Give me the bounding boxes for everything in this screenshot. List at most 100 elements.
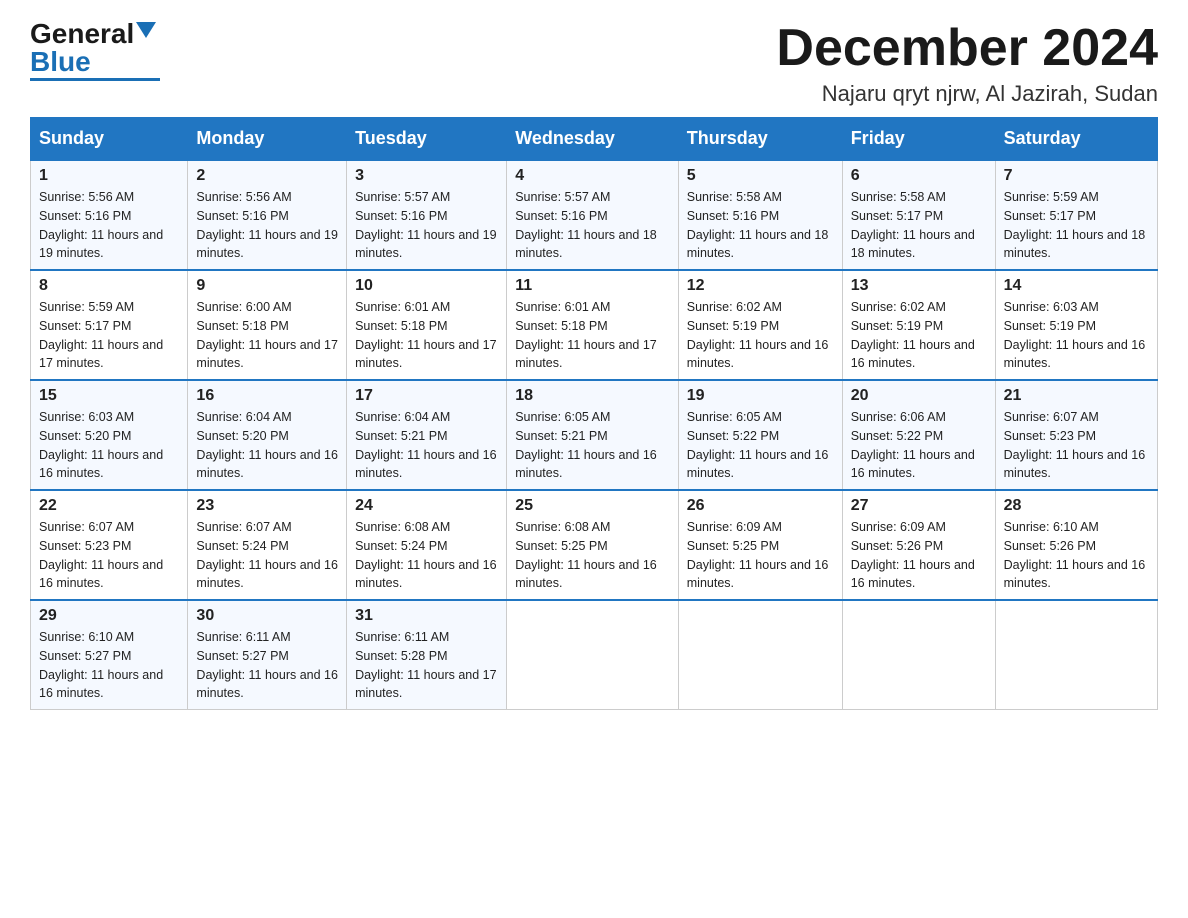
logo-general-text: General <box>30 20 134 48</box>
calendar-day-cell: 17Sunrise: 6:04 AMSunset: 5:21 PMDayligh… <box>347 380 507 490</box>
calendar-day-cell: 13 Sunrise: 6:02 AMSunset: 5:19 PMDayligh… <box>842 270 995 380</box>
day-number: 23 <box>196 497 338 515</box>
day-number: 4 <box>515 167 670 185</box>
day-number: 14 <box>1004 277 1149 295</box>
day-info: Sunrise: 6:03 AMSunset: 5:19 PMDaylight:… <box>1004 298 1149 373</box>
day-number: 18 <box>515 387 670 405</box>
day-number: 3 <box>355 167 498 185</box>
calendar-day-cell: 14 Sunrise: 6:03 AMSunset: 5:19 PMDayligh… <box>995 270 1157 380</box>
day-info: Sunrise: 5:59 AMSunset: 5:17 PMDaylight:… <box>39 298 179 373</box>
calendar-day-header: Monday <box>188 118 347 161</box>
day-info: Sunrise: 6:09 AMSunset: 5:26 PMDaylight:… <box>851 518 987 593</box>
calendar-day-header: Sunday <box>31 118 188 161</box>
day-info: Sunrise: 6:02 AMSunset: 5:19 PMDaylight:… <box>687 298 834 373</box>
day-number: 20 <box>851 387 987 405</box>
day-number: 16 <box>196 387 338 405</box>
day-number: 25 <box>515 497 670 515</box>
calendar-day-cell: 23 Sunrise: 6:07 AMSunset: 5:24 PMDayligh… <box>188 490 347 600</box>
calendar-day-cell: 9 Sunrise: 6:00 AMSunset: 5:18 PMDaylight… <box>188 270 347 380</box>
day-info: Sunrise: 6:11 AMSunset: 5:27 PMDaylight:… <box>196 628 338 703</box>
day-number: 5 <box>687 167 834 185</box>
calendar-day-cell: 3 Sunrise: 5:57 AMSunset: 5:16 PMDaylight… <box>347 160 507 270</box>
day-info: Sunrise: 6:05 AMSunset: 5:21 PMDaylight:… <box>515 408 670 483</box>
page-header: General Blue December 2024 Najaru qryt n… <box>30 20 1158 107</box>
day-info: Sunrise: 6:10 AMSunset: 5:26 PMDaylight:… <box>1004 518 1149 593</box>
day-number: 9 <box>196 277 338 295</box>
day-info: Sunrise: 6:04 AMSunset: 5:20 PMDaylight:… <box>196 408 338 483</box>
calendar-day-cell <box>842 600 995 710</box>
day-number: 19 <box>687 387 834 405</box>
calendar-day-cell: 26Sunrise: 6:09 AMSunset: 5:25 PMDayligh… <box>678 490 842 600</box>
calendar-day-cell: 11 Sunrise: 6:01 AMSunset: 5:18 PMDayligh… <box>507 270 679 380</box>
calendar-day-cell: 24 Sunrise: 6:08 AMSunset: 5:24 PMDayligh… <box>347 490 507 600</box>
day-info: Sunrise: 6:01 AMSunset: 5:18 PMDaylight:… <box>355 298 498 373</box>
day-info: Sunrise: 5:56 AMSunset: 5:16 PMDaylight:… <box>196 188 338 263</box>
day-number: 22 <box>39 497 179 515</box>
calendar-day-cell <box>678 600 842 710</box>
day-info: Sunrise: 5:58 AMSunset: 5:17 PMDaylight:… <box>851 188 987 263</box>
calendar-day-cell: 7 Sunrise: 5:59 AMSunset: 5:17 PMDaylight… <box>995 160 1157 270</box>
calendar-day-cell: 27 Sunrise: 6:09 AMSunset: 5:26 PMDayligh… <box>842 490 995 600</box>
calendar-body: 1 Sunrise: 5:56 AMSunset: 5:16 PMDaylight… <box>31 160 1158 710</box>
day-number: 1 <box>39 167 179 185</box>
day-info: Sunrise: 6:07 AMSunset: 5:23 PMDaylight:… <box>39 518 179 593</box>
day-info: Sunrise: 6:02 AMSunset: 5:19 PMDaylight:… <box>851 298 987 373</box>
logo-triangle-icon <box>136 22 156 38</box>
day-info: Sunrise: 5:57 AMSunset: 5:16 PMDaylight:… <box>355 188 498 263</box>
day-number: 21 <box>1004 387 1149 405</box>
day-info: Sunrise: 6:07 AMSunset: 5:23 PMDaylight:… <box>1004 408 1149 483</box>
day-number: 7 <box>1004 167 1149 185</box>
calendar-day-cell: 2Sunrise: 5:56 AMSunset: 5:16 PMDaylight… <box>188 160 347 270</box>
day-info: Sunrise: 6:00 AMSunset: 5:18 PMDaylight:… <box>196 298 338 373</box>
location-subtitle: Najaru qryt njrw, Al Jazirah, Sudan <box>776 81 1158 107</box>
day-number: 30 <box>196 607 338 625</box>
calendar-week-row: 1 Sunrise: 5:56 AMSunset: 5:16 PMDaylight… <box>31 160 1158 270</box>
calendar-week-row: 29 Sunrise: 6:10 AMSunset: 5:27 PMDayligh… <box>31 600 1158 710</box>
day-number: 28 <box>1004 497 1149 515</box>
day-info: Sunrise: 6:01 AMSunset: 5:18 PMDaylight:… <box>515 298 670 373</box>
day-number: 11 <box>515 277 670 295</box>
calendar-day-header: Wednesday <box>507 118 679 161</box>
calendar-header-row: SundayMondayTuesdayWednesdayThursdayFrid… <box>31 118 1158 161</box>
calendar-day-cell: 21 Sunrise: 6:07 AMSunset: 5:23 PMDayligh… <box>995 380 1157 490</box>
day-number: 31 <box>355 607 498 625</box>
day-number: 24 <box>355 497 498 515</box>
calendar-day-cell: 18 Sunrise: 6:05 AMSunset: 5:21 PMDayligh… <box>507 380 679 490</box>
day-info: Sunrise: 6:05 AMSunset: 5:22 PMDaylight:… <box>687 408 834 483</box>
calendar-day-cell: 1Sunrise: 5:56 AMSunset: 5:16 PMDaylight… <box>31 160 188 270</box>
calendar-day-cell: 12 Sunrise: 6:02 AMSunset: 5:19 PMDayligh… <box>678 270 842 380</box>
day-number: 13 <box>851 277 987 295</box>
logo-underline <box>30 78 160 81</box>
calendar-day-cell: 8 Sunrise: 5:59 AMSunset: 5:17 PMDaylight… <box>31 270 188 380</box>
calendar-day-cell <box>507 600 679 710</box>
calendar-day-header: Thursday <box>678 118 842 161</box>
day-number: 8 <box>39 277 179 295</box>
calendar-day-cell: 6Sunrise: 5:58 AMSunset: 5:17 PMDaylight… <box>842 160 995 270</box>
logo: General Blue <box>30 20 160 81</box>
day-info: Sunrise: 6:06 AMSunset: 5:22 PMDaylight:… <box>851 408 987 483</box>
day-info: Sunrise: 6:03 AMSunset: 5:20 PMDaylight:… <box>39 408 179 483</box>
calendar-day-cell <box>995 600 1157 710</box>
calendar-week-row: 8 Sunrise: 5:59 AMSunset: 5:17 PMDaylight… <box>31 270 1158 380</box>
month-title: December 2024 <box>776 20 1158 77</box>
calendar-table: SundayMondayTuesdayWednesdayThursdayFrid… <box>30 117 1158 710</box>
day-info: Sunrise: 6:11 AMSunset: 5:28 PMDaylight:… <box>355 628 498 703</box>
day-number: 27 <box>851 497 987 515</box>
day-info: Sunrise: 6:08 AMSunset: 5:24 PMDaylight:… <box>355 518 498 593</box>
day-info: Sunrise: 6:10 AMSunset: 5:27 PMDaylight:… <box>39 628 179 703</box>
day-info: Sunrise: 5:59 AMSunset: 5:17 PMDaylight:… <box>1004 188 1149 263</box>
calendar-day-cell: 5Sunrise: 5:58 AMSunset: 5:16 PMDaylight… <box>678 160 842 270</box>
calendar-day-cell: 19 Sunrise: 6:05 AMSunset: 5:22 PMDayligh… <box>678 380 842 490</box>
calendar-day-header: Friday <box>842 118 995 161</box>
calendar-day-cell: 31 Sunrise: 6:11 AMSunset: 5:28 PMDayligh… <box>347 600 507 710</box>
calendar-day-cell: 15Sunrise: 6:03 AMSunset: 5:20 PMDayligh… <box>31 380 188 490</box>
calendar-day-cell: 22 Sunrise: 6:07 AMSunset: 5:23 PMDayligh… <box>31 490 188 600</box>
day-number: 29 <box>39 607 179 625</box>
calendar-day-cell: 30 Sunrise: 6:11 AMSunset: 5:27 PMDayligh… <box>188 600 347 710</box>
calendar-day-header: Saturday <box>995 118 1157 161</box>
day-info: Sunrise: 5:57 AMSunset: 5:16 PMDaylight:… <box>515 188 670 263</box>
day-number: 12 <box>687 277 834 295</box>
title-block: December 2024 Najaru qryt njrw, Al Jazir… <box>776 20 1158 107</box>
day-info: Sunrise: 6:07 AMSunset: 5:24 PMDaylight:… <box>196 518 338 593</box>
day-number: 17 <box>355 387 498 405</box>
